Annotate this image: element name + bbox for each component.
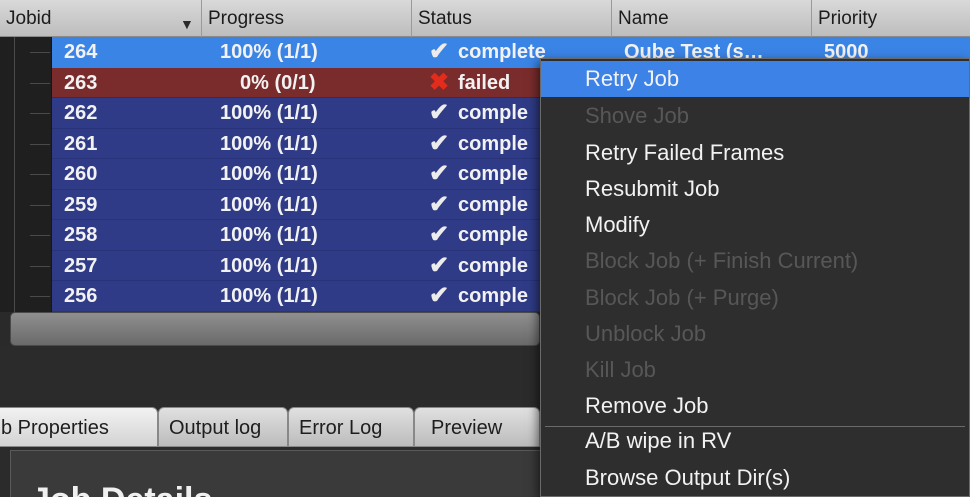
check-icon: ✔ bbox=[428, 160, 450, 187]
job-progress: 100% (1/1) bbox=[220, 132, 318, 155]
job-status-label: comple bbox=[458, 163, 529, 185]
cross-icon: ✖ bbox=[428, 68, 450, 96]
check-icon: ✔ bbox=[428, 221, 450, 248]
job-status-label: comple bbox=[458, 102, 529, 124]
check-icon: ✔ bbox=[428, 129, 450, 157]
tree-branch bbox=[0, 37, 52, 68]
job-status-label: comple bbox=[458, 224, 529, 246]
job-status-label: comple bbox=[458, 254, 529, 277]
check-icon: ✔ bbox=[428, 251, 450, 279]
menu-item-browse-output-dirs[interactable]: Browse Output Dir(s) bbox=[541, 460, 969, 496]
check-icon: ✔ bbox=[428, 190, 450, 218]
tree-branch bbox=[0, 250, 52, 281]
table-header: Jobid ▼ Progress Status Name Priority bbox=[0, 0, 970, 37]
tree-branch bbox=[0, 67, 52, 98]
job-id: 258 bbox=[64, 224, 98, 246]
job-id: 261 bbox=[64, 132, 98, 155]
column-header-jobid-label: Jobid bbox=[6, 8, 52, 29]
job-status-label: comple bbox=[458, 132, 529, 155]
job-id: 259 bbox=[64, 193, 98, 216]
job-progress: 100% (1/1) bbox=[220, 254, 318, 277]
job-id: 263 bbox=[64, 71, 98, 94]
job-id: 257 bbox=[64, 254, 98, 277]
menu-item-shove-job: Shove Job bbox=[585, 103, 689, 128]
menu-item-modify[interactable]: Modify bbox=[541, 207, 969, 243]
job-progress: 100% (1/1) bbox=[220, 41, 318, 63]
tab-output-log[interactable]: Output log bbox=[158, 407, 288, 447]
column-header-jobid[interactable]: Jobid ▼ bbox=[0, 0, 202, 37]
menu-item-block-job-finish-current: Block Job (+ Finish Current) bbox=[585, 248, 859, 273]
tab-output-log-label: Output log bbox=[169, 417, 262, 439]
menu-item-resubmit-job[interactable]: Resubmit Job bbox=[541, 171, 969, 207]
column-header-name-label: Name bbox=[618, 8, 669, 29]
tab-job-properties[interactable]: b Properties bbox=[0, 407, 158, 447]
job-status-label: complete bbox=[458, 41, 546, 63]
tab-error-log-label: Error Log bbox=[299, 417, 383, 439]
horizontal-scrollbar[interactable] bbox=[10, 312, 540, 346]
job-status-label: comple bbox=[458, 285, 529, 307]
check-icon: ✔ bbox=[428, 38, 450, 65]
menu-item-ab-wipe-in-rv[interactable]: A/B wipe in RV bbox=[541, 423, 969, 459]
menu-item-remove-job[interactable]: Remove Job bbox=[541, 388, 969, 424]
tree-branch bbox=[0, 189, 52, 220]
tab-error-log[interactable]: Error Log bbox=[288, 407, 414, 447]
tree-branch bbox=[0, 159, 52, 190]
job-progress: 100% (1/1) bbox=[220, 193, 318, 216]
tree-branch bbox=[0, 220, 52, 251]
check-icon: ✔ bbox=[428, 99, 450, 126]
job-progress: 100% (1/1) bbox=[220, 285, 318, 307]
menu-item-block-job-purge: Block Job (+ Purge) bbox=[585, 285, 779, 310]
job-progress: 100% (1/1) bbox=[220, 224, 318, 246]
column-header-priority-label: Priority bbox=[818, 8, 878, 29]
tab-preview[interactable]: Preview bbox=[414, 407, 540, 447]
column-header-progress-label: Progress bbox=[208, 8, 285, 29]
tab-job-properties-label: b Properties bbox=[1, 417, 109, 439]
job-id: 260 bbox=[64, 163, 98, 185]
tab-preview-label: Preview bbox=[431, 417, 503, 439]
job-id: 264 bbox=[64, 41, 98, 63]
detail-tabs: b Properties Output log Error Log Previe… bbox=[0, 407, 560, 449]
column-header-priority[interactable]: Priority bbox=[812, 0, 970, 37]
job-status-label: failed bbox=[458, 71, 511, 94]
tree-branch bbox=[0, 98, 52, 129]
job-progress: 100% (1/1) bbox=[220, 102, 318, 124]
job-details-panel: Job Details bbox=[10, 450, 570, 497]
job-progress: 100% (1/1) bbox=[220, 163, 318, 185]
job-id: 262 bbox=[64, 102, 98, 124]
job-id: 256 bbox=[64, 285, 98, 307]
check-icon: ✔ bbox=[428, 282, 450, 309]
job-details-title: Job Details bbox=[31, 481, 212, 497]
column-header-status[interactable]: Status bbox=[412, 0, 612, 37]
context-menu: Retry Job Shove Job Retry Failed Frames … bbox=[540, 58, 970, 497]
tree-branch bbox=[0, 281, 52, 312]
menu-item-retry-failed-frames[interactable]: Retry Failed Frames bbox=[541, 135, 969, 171]
menu-item-retry-job[interactable]: Retry Job bbox=[541, 61, 969, 97]
column-header-progress[interactable]: Progress bbox=[202, 0, 412, 37]
column-header-status-label: Status bbox=[418, 8, 472, 29]
menu-item-unblock-job: Unblock Job bbox=[585, 321, 707, 346]
tree-branch bbox=[0, 128, 52, 159]
job-status-label: comple bbox=[458, 193, 529, 216]
menu-item-kill-job: Kill Job bbox=[585, 357, 656, 382]
column-header-name[interactable]: Name bbox=[612, 0, 812, 37]
job-progress: 0% (0/1) bbox=[240, 71, 316, 94]
